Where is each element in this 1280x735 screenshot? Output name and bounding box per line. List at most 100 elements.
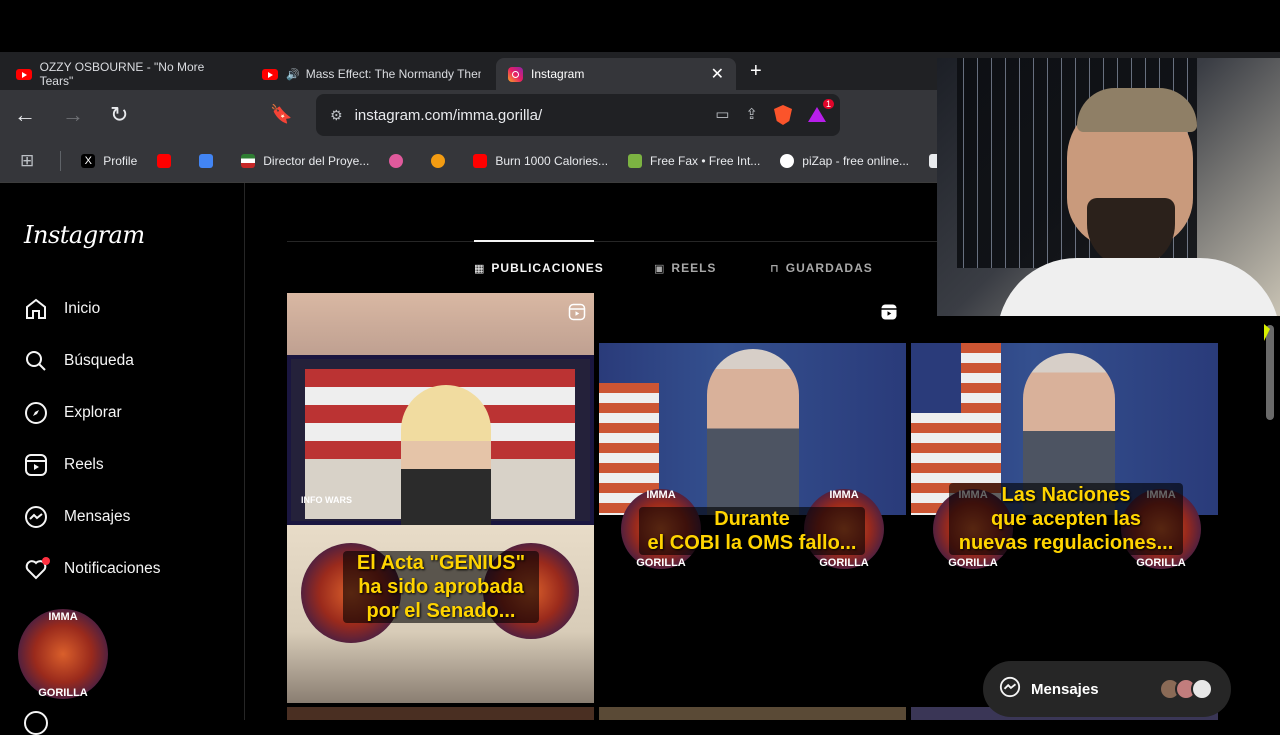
badge-text: IMMA — [646, 489, 676, 501]
compass-icon — [24, 401, 48, 425]
youtube-icon — [262, 68, 278, 80]
imma-gorilla-avatar[interactable]: IMMA GORILLA — [18, 609, 108, 699]
nav-label: Búsqueda — [64, 352, 134, 369]
avatar-text-bottom: GORILLA — [38, 687, 88, 699]
orange-icon — [431, 154, 446, 168]
share-icon[interactable]: ⇪ — [745, 105, 758, 125]
nav-reels[interactable]: Reels — [24, 453, 104, 477]
brave-rewards-icon[interactable]: 1 — [808, 99, 834, 123]
top-black-bar — [0, 0, 1280, 52]
messages-float-button[interactable]: Mensajes — [983, 661, 1231, 717]
youtube-icon — [473, 154, 488, 168]
nav-label: Notificaciones — [64, 560, 161, 577]
bookmark-item[interactable]: Burn 1000 Calories... — [473, 154, 608, 168]
tab-ozzy[interactable]: OZZY OSBOURNE - "No More Tears" — [4, 58, 248, 90]
tabs-divider — [287, 241, 987, 242]
close-tab-icon[interactable]: ✕ — [711, 64, 724, 84]
mouse-cursor — [1264, 324, 1270, 341]
back-arrow-icon[interactable]: ← — [14, 102, 36, 128]
post-caption: Las Naciones que acepten las nuevas regu… — [949, 483, 1183, 555]
forward-arrow-icon[interactable]: → — [62, 102, 84, 128]
avatar — [1191, 678, 1213, 700]
nav-label: Explorar — [64, 404, 122, 421]
blurred-top — [287, 293, 594, 355]
caption-line: ha sido aprobada — [358, 576, 524, 598]
nav-label: Mensajes — [64, 508, 131, 525]
badge-text: GORILLA — [948, 557, 998, 569]
home-icon — [24, 297, 48, 321]
bookmark-item[interactable] — [157, 154, 179, 168]
bookmark-item[interactable] — [199, 154, 221, 168]
bookmark-label: Profile — [103, 154, 138, 168]
speaker-icon: 🔊 — [286, 68, 300, 81]
reels-icon — [24, 453, 48, 477]
tab-guardadas[interactable]: ⊓ GUARDADAS — [770, 261, 873, 275]
post-thumbnail[interactable]: IMMA GORILLA IMMA GORILLA Las Naciones q… — [911, 293, 1218, 703]
messenger-icon — [999, 676, 1021, 702]
bookmark-icon[interactable]: 🔖 — [270, 104, 292, 125]
bookmark-item[interactable]: piZap - free online... — [780, 154, 909, 168]
post-thumbnail[interactable] — [287, 707, 594, 720]
bookmark-item[interactable] — [389, 154, 411, 168]
nav-notifications[interactable]: Notificaciones — [24, 557, 161, 581]
badge-text: IMMA — [829, 489, 859, 501]
person-shirt — [997, 258, 1280, 316]
bookmark-label: Burn 1000 Calories... — [495, 154, 609, 168]
bookmark-item[interactable]: Free Fax • Free Int... — [628, 154, 760, 168]
new-tab-button[interactable]: + — [750, 60, 762, 83]
apps-grid-icon[interactable]: ⊞ — [20, 151, 34, 171]
pizap-icon — [780, 154, 795, 168]
nav-home[interactable]: Inicio — [24, 297, 100, 321]
tab-label: GUARDADAS — [785, 261, 873, 275]
bookmark-item[interactable]: Director del Proye... — [241, 154, 369, 168]
person-cap — [1077, 88, 1197, 132]
profile-avatar[interactable] — [24, 711, 48, 735]
tab-reels[interactable]: ▣ REELS — [654, 261, 716, 275]
post-thumbnail[interactable]: INFO WARS El Acta "GENIUS" ha sido aprob… — [287, 293, 594, 703]
speaker-figure — [401, 385, 491, 525]
caption-line: por el Senado... — [366, 600, 516, 622]
youtube-icon — [16, 68, 32, 80]
post-thumbnail[interactable] — [599, 707, 906, 720]
messenger-icon — [24, 505, 48, 529]
reel-icon — [881, 304, 897, 320]
address-bar[interactable]: ⚙ instagram.com/imma.gorilla/ ▭ ⇪ 1 — [316, 94, 840, 136]
tab-label: REELS — [671, 261, 717, 275]
rewards-badge: 1 — [822, 99, 834, 109]
nav-explore[interactable]: Explorar — [24, 401, 122, 425]
post-thumbnail[interactable]: IMMA GORILLA IMMA GORILLA Durante el COB… — [599, 293, 906, 703]
speaker-figure — [707, 349, 799, 515]
nav-search[interactable]: Búsqueda — [24, 349, 134, 373]
tab-mass-effect[interactable]: 🔊 Mass Effect: The Normandy Them — [250, 58, 494, 90]
caption-line: El Acta "GENIUS" — [356, 552, 526, 574]
bookmark-item[interactable]: X Profile — [81, 154, 137, 168]
nav-messages[interactable]: Mensajes — [24, 505, 130, 529]
avatar-text-top: IMMA — [48, 611, 78, 623]
translate-icon — [199, 154, 214, 168]
reels-icon: ▣ — [654, 262, 666, 275]
active-tab-indicator — [474, 240, 594, 242]
cast-icon[interactable]: ▭ — [715, 105, 729, 125]
caption-line: nuevas regulaciones... — [958, 532, 1174, 554]
tab-instagram[interactable]: Instagram ✕ — [496, 58, 736, 90]
fax-icon — [628, 154, 643, 168]
tab-title: Instagram — [531, 67, 585, 81]
reel-icon — [568, 303, 586, 321]
bookmark-label: piZap - free online... — [802, 154, 910, 168]
bookmark-item[interactable] — [431, 154, 453, 168]
flag-icon — [241, 154, 256, 168]
caption-line: Las Naciones — [1001, 484, 1131, 506]
brave-shields-icon[interactable] — [774, 105, 792, 125]
nav-label: Inicio — [64, 300, 101, 317]
caption-line: el COBI la OMS fallo... — [647, 532, 857, 554]
tab-publicaciones[interactable]: ▦ PUBLICACIONES — [474, 261, 604, 275]
reload-icon[interactable]: ↻ — [110, 102, 128, 128]
video-frame: INFO WARS — [287, 355, 594, 525]
flag-canton — [911, 343, 961, 413]
instagram-logo[interactable]: Instagram — [24, 221, 145, 249]
bookmark-label: Free Fax • Free Int... — [650, 154, 761, 168]
site-info-icon[interactable]: ⚙ — [330, 107, 343, 124]
bookmarks-divider — [60, 151, 62, 171]
url-text[interactable]: instagram.com/imma.gorilla/ — [355, 107, 543, 124]
post-caption: Durante el COBI la OMS fallo... — [639, 507, 865, 555]
